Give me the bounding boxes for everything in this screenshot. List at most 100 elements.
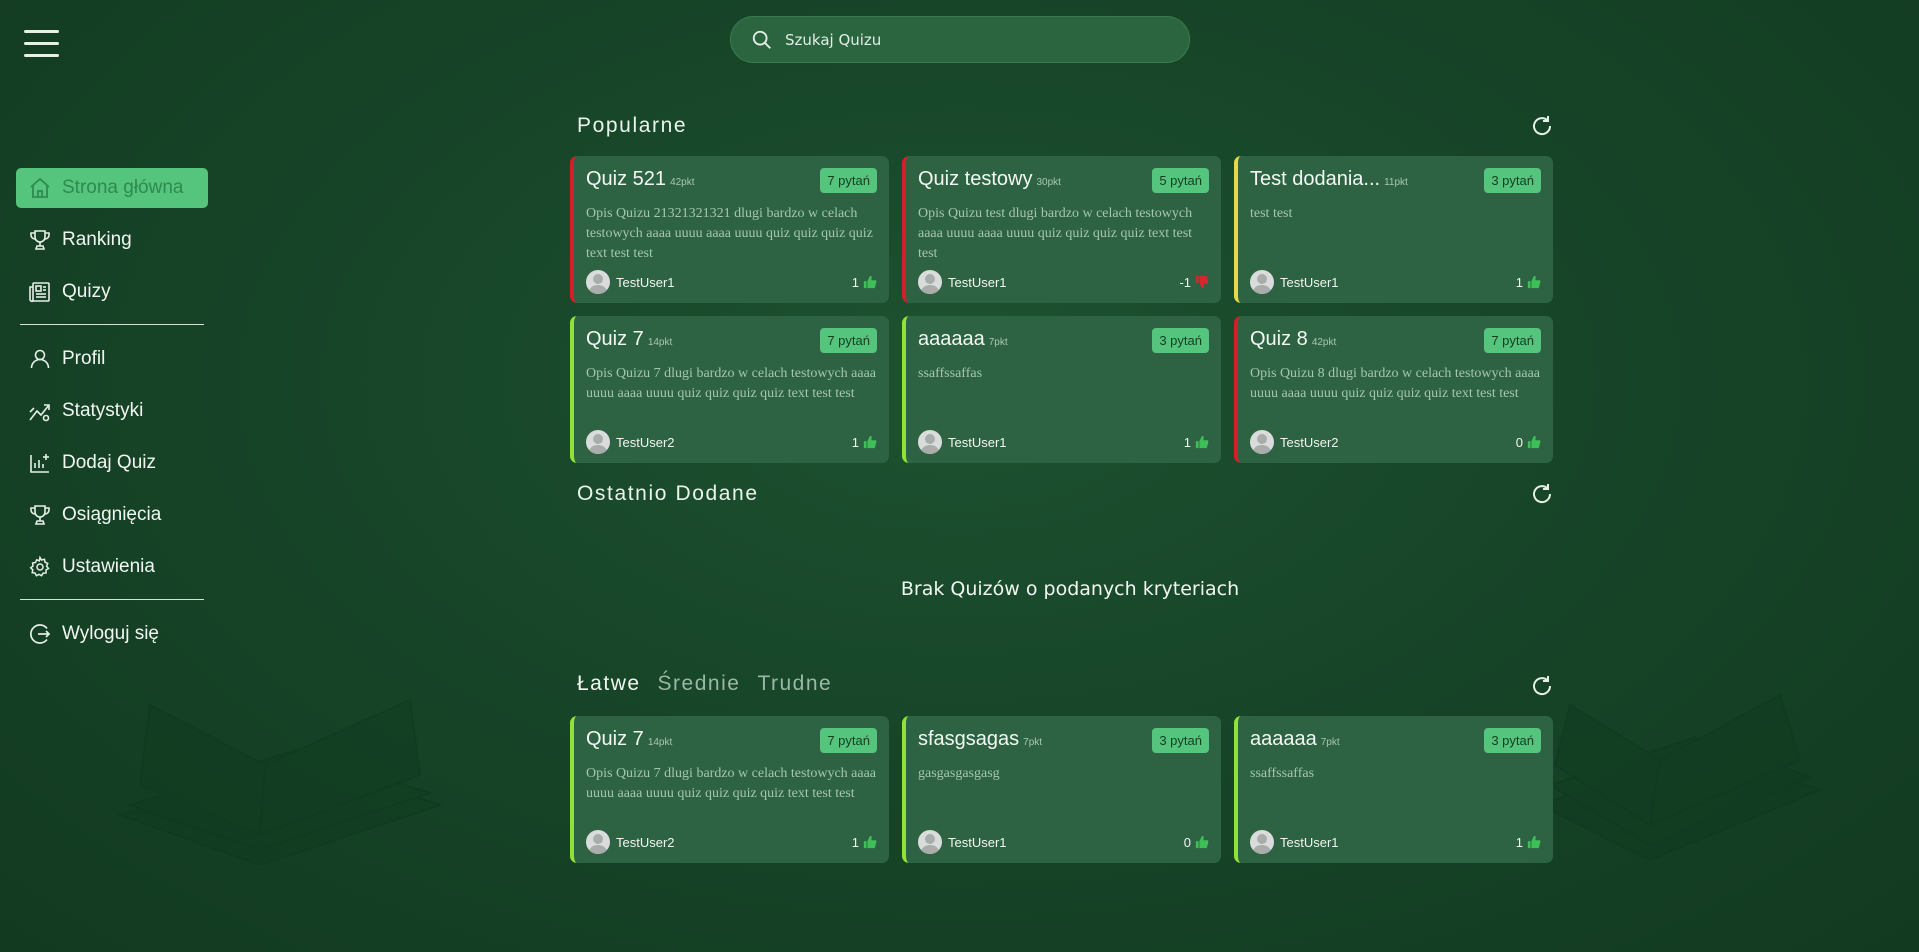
quiz-score: 1 <box>851 434 859 450</box>
quiz-card[interactable]: Quiz 7 14pkt 7 pytań Opis Quizu 7 dlugi bar… <box>570 316 889 463</box>
quiz-points: 14pkt <box>647 737 673 748</box>
question-count-badge[interactable]: 5 pytań <box>1152 168 1209 193</box>
thumbs-up-icon[interactable] <box>1527 275 1541 289</box>
sidebar-item-label: Ustawienia <box>62 556 155 577</box>
quiz-title: aaaaaa 7pkt <box>1250 728 1340 751</box>
sidebar-divider <box>20 324 204 325</box>
sidebar-item-label: Ranking <box>62 229 132 250</box>
refresh-popular-icon[interactable] <box>1530 114 1554 138</box>
sidebar-item-label: Statystyki <box>62 400 144 421</box>
quiz-points: 7pkt <box>988 337 1008 348</box>
quiz-card[interactable]: Quiz 7 14pkt 7 pytań Opis Quizu 7 dlugi bar… <box>570 716 889 863</box>
card-footer: TestUser1 1 <box>918 430 1209 454</box>
quiz-author[interactable]: TestUser1 <box>948 275 1179 290</box>
avatar <box>1250 830 1274 854</box>
sidebar-item-label: Quizy <box>62 281 111 302</box>
sidebar-item-quizzes[interactable]: Quizy <box>16 272 208 312</box>
quiz-card[interactable]: aaaaaa 7pkt 3 pytań ssaffssaffas TestUser1 1 <box>1234 716 1553 863</box>
tab-medium[interactable]: Średnie <box>658 672 741 696</box>
quiz-title-text: Quiz 7 <box>586 728 644 750</box>
thumbs-up-icon[interactable] <box>1195 435 1209 449</box>
quiz-author[interactable]: TestUser2 <box>1280 435 1516 450</box>
quiz-author[interactable]: TestUser2 <box>616 435 852 450</box>
card-footer: TestUser1 0 <box>918 830 1209 854</box>
quiz-author[interactable]: TestUser1 <box>1280 275 1516 290</box>
thumbs-down-icon[interactable] <box>1195 275 1209 289</box>
quiz-author[interactable]: TestUser2 <box>616 835 852 850</box>
quiz-author[interactable]: TestUser1 <box>1280 835 1516 850</box>
question-count-badge[interactable]: 7 pytań <box>1484 328 1541 353</box>
quiz-description: Opis Quizu 21321321321 dlugi bardzo w ce… <box>586 206 873 261</box>
home-icon <box>30 177 50 198</box>
sidebar-item-label: Strona główna <box>62 177 184 198</box>
sidebar-item-label: Wyloguj się <box>62 623 159 644</box>
refresh-difficulty-icon[interactable] <box>1530 674 1554 698</box>
card-footer: TestUser1 1 <box>586 270 877 294</box>
search-icon <box>752 30 771 49</box>
thumbs-up-icon[interactable] <box>863 835 877 849</box>
card-footer: TestUser2 1 <box>586 830 877 854</box>
sidebar-item-add-quiz[interactable]: Dodaj Quiz <box>16 443 208 483</box>
thumbs-up-icon[interactable] <box>863 275 877 289</box>
question-count-badge[interactable]: 3 pytań <box>1152 728 1209 753</box>
sidebar-item-profile[interactable]: Profil <box>16 339 208 379</box>
card-header: sfasgsagas 7pkt 3 pytań <box>918 728 1209 758</box>
quiz-author[interactable]: TestUser1 <box>948 435 1184 450</box>
sidebar-item-home[interactable]: Strona główna <box>16 168 208 208</box>
quiz-score: 1 <box>851 274 859 290</box>
avatar <box>918 270 942 294</box>
sidebar-item-ranking[interactable]: Ranking <box>16 220 208 260</box>
question-count-badge[interactable]: 3 pytań <box>1484 728 1541 753</box>
quiz-score: 0 <box>1183 834 1191 850</box>
refresh-recent-icon[interactable] <box>1530 482 1554 506</box>
sidebar-item-statistics[interactable]: Statystyki <box>16 391 208 431</box>
question-count-badge[interactable]: 7 pytań <box>820 168 877 193</box>
sidebar: Strona główna Ranking Quizy Profil Staty… <box>16 168 208 666</box>
tab-hard[interactable]: Trudne <box>757 672 832 696</box>
quiz-card[interactable]: Quiz 521 42pkt 7 pytań Opis Quizu 213213213… <box>570 156 889 303</box>
quiz-description: Opis Quizu test dlugi bardzo w celach te… <box>918 206 1193 261</box>
card-header: aaaaaa 7pkt 3 pytań <box>918 328 1209 358</box>
quiz-card[interactable]: Test dodania... 11pkt 3 pytań test test Test… <box>1234 156 1553 303</box>
sidebar-item-label: Dodaj Quiz <box>62 452 156 473</box>
question-count-badge[interactable]: 7 pytań <box>820 728 877 753</box>
quiz-points: 7pkt <box>1023 737 1043 748</box>
books-illustration-right <box>1537 693 1823 862</box>
quiz-title: Quiz 521 42pkt <box>586 168 695 191</box>
quiz-author[interactable]: TestUser1 <box>616 275 852 290</box>
quiz-title-text: aaaaaa <box>1250 728 1317 750</box>
search-input[interactable] <box>785 30 1145 49</box>
quiz-points: 14pkt <box>647 337 673 348</box>
quiz-title-text: Quiz 7 <box>586 328 644 350</box>
quiz-author[interactable]: TestUser1 <box>948 835 1184 850</box>
quiz-card[interactable]: Quiz 8 42pkt 7 pytań Opis Quizu 8 dlugi bar… <box>1234 316 1553 463</box>
trophy-icon <box>30 505 50 525</box>
quiz-card[interactable]: sfasgsagas 7pkt 3 pytań gasgasgasgasg TestUs… <box>902 716 1221 863</box>
quiz-title: Quiz 7 14pkt <box>586 728 672 751</box>
quiz-card[interactable]: aaaaaa 7pkt 3 pytań ssaffssaffas TestUser1 1 <box>902 316 1221 463</box>
thumbs-up-icon[interactable] <box>1195 835 1209 849</box>
thumbs-up-icon[interactable] <box>1527 835 1541 849</box>
tab-easy[interactable]: Łatwe <box>577 672 641 696</box>
question-count-badge[interactable]: 3 pytań <box>1152 328 1209 353</box>
quiz-description: gasgasgasgasg <box>918 766 1000 781</box>
quiz-card[interactable]: Quiz testowy 30pkt 5 pytań Opis Quizu test … <box>902 156 1221 303</box>
user-icon <box>30 349 50 369</box>
thumbs-up-icon[interactable] <box>863 435 877 449</box>
card-header: Quiz 521 42pkt 7 pytań <box>586 168 877 198</box>
quiz-description: Opis Quizu 7 dlugi bardzo w celach testo… <box>586 766 877 801</box>
question-count-badge[interactable]: 3 pytań <box>1484 168 1541 193</box>
search-bar[interactable] <box>730 16 1190 63</box>
add-chart-icon <box>30 454 49 473</box>
question-count-badge[interactable]: 7 pytań <box>820 328 877 353</box>
sidebar-item-settings[interactable]: Ustawienia <box>16 547 208 587</box>
quiz-title: sfasgsagas 7pkt <box>918 728 1042 751</box>
quiz-score: 1 <box>851 834 859 850</box>
sidebar-item-logout[interactable]: Wyloguj się <box>16 614 208 654</box>
sidebar-item-achievements[interactable]: Osiągnięcia <box>16 495 208 535</box>
card-footer: TestUser1 1 <box>1250 270 1541 294</box>
menu-toggle-button[interactable] <box>24 30 59 57</box>
avatar <box>1250 430 1274 454</box>
thumbs-up-icon[interactable] <box>1527 435 1541 449</box>
quiz-description: ssaffssaffas <box>1250 766 1315 781</box>
